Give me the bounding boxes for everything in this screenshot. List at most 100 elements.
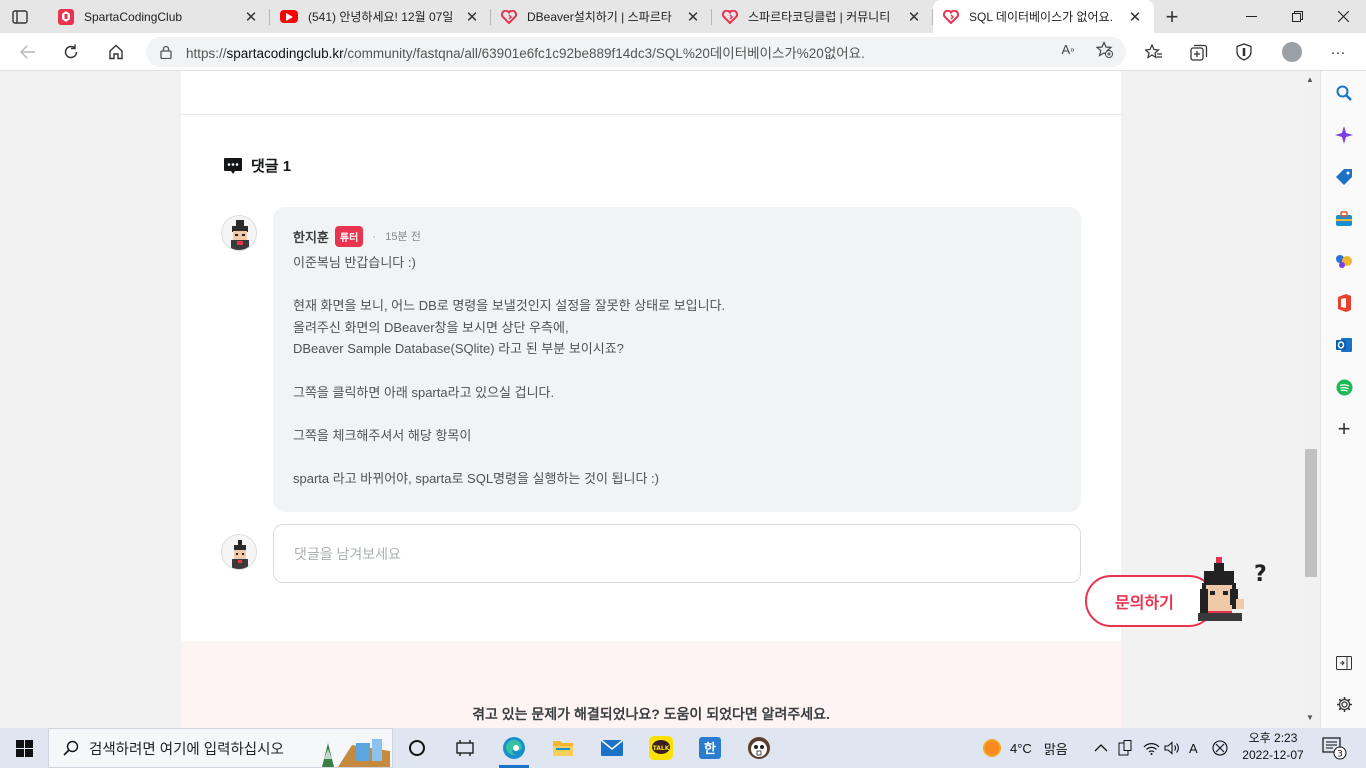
comment-line [293, 274, 1061, 296]
taskbar-clock[interactable]: 오후 2:23 2022-12-07 [1232, 730, 1314, 764]
comment-line: 그쪽을 클릭하면 아래 sparta라고 있으실 겁니다. [293, 384, 555, 400]
show-hidden-icons[interactable] [1094, 728, 1108, 768]
ime-indicator[interactable]: A [1189, 728, 1198, 768]
favorites-icon[interactable] [1141, 39, 1167, 65]
outlook-icon[interactable] [1332, 333, 1356, 357]
search-icon [63, 740, 79, 756]
tab-3[interactable]: DBeaver설치하기 | 스파르타 ✕ [491, 0, 712, 33]
close-window-icon[interactable] [1320, 0, 1366, 33]
comment-bubble: 한지훈 튜터 · 15분 전 이준복님 반갑습니다 :) 현재 화면을 보니, … [273, 207, 1081, 512]
scroll-thumb[interactable] [1305, 449, 1317, 577]
close-tab-icon[interactable]: ✕ [905, 8, 923, 26]
comment-line: 그쪽을 체크해주셔서 해당 항목이 [293, 427, 472, 443]
tab-1[interactable]: SpartaCodingClub ✕ [48, 0, 270, 33]
tab-2[interactable]: (541) 안녕하세요! 12월 07일 ✕ [270, 0, 491, 33]
comment-meta: 한지훈 튜터 · 15분 전 [293, 225, 1061, 247]
hide-sidebar-icon[interactable] [1332, 651, 1356, 675]
comment-author[interactable]: 한지훈 [293, 227, 329, 246]
scroll-up-icon[interactable]: ▲ [1306, 75, 1314, 84]
file-explorer-icon[interactable] [539, 728, 587, 768]
ask-button-label: 문의하기 [1115, 595, 1174, 612]
add-sidebar-app-icon[interactable]: + [1332, 416, 1356, 441]
tab-title: SQL 데이터베이스가 없어요. [969, 10, 1113, 24]
tab-5-active[interactable]: SQL 데이터베이스가 없어요. ✕ [933, 0, 1154, 33]
refresh-icon[interactable] [58, 39, 84, 65]
address-toolbar: https://spartacodingclub.kr/community/fa… [0, 33, 1366, 71]
windows-start-icon[interactable] [0, 728, 48, 768]
office-icon[interactable] [1332, 291, 1356, 315]
shopping-icon[interactable] [1332, 165, 1356, 189]
windows-taskbar: 검색하려면 여기에 입력하십시오 TALK 한 4°C 맑음 A 오후 2:23… [0, 728, 1366, 768]
edge-taskbar-icon[interactable] [490, 728, 538, 768]
lock-icon[interactable] [146, 45, 186, 59]
sparta-logo-icon [58, 8, 74, 25]
meta-separator: · [372, 229, 377, 243]
collections-icon[interactable] [1186, 39, 1212, 65]
settings-gear-icon[interactable] [1332, 692, 1356, 716]
discover-icon[interactable] [1332, 123, 1356, 147]
weather-widget[interactable]: 4°C 맑음 [982, 728, 1068, 768]
clock-time: 오후 2:23 [1248, 731, 1298, 745]
comment-line: 올려주신 화면의 DBeaver창을 보시면 상단 우측에, [293, 319, 569, 335]
scroll-down-icon[interactable]: ▼ [1306, 713, 1314, 722]
sparta-heart-icon [943, 9, 959, 25]
ime-disabled-icon[interactable] [1212, 728, 1228, 768]
profile-icon[interactable] [1279, 39, 1305, 65]
mail-icon[interactable] [588, 728, 636, 768]
comment-icon [224, 157, 242, 174]
tab-4[interactable]: 스파르타코딩클럽 | 커뮤니티 ✕ [712, 0, 933, 33]
spotify-icon[interactable] [1332, 375, 1356, 399]
more-menu-icon[interactable]: ··· [1325, 39, 1351, 65]
close-tab-icon[interactable]: ✕ [463, 8, 481, 26]
page-scrollbar[interactable]: ▲ ▼ [1302, 71, 1320, 728]
new-tab-icon[interactable]: + [1160, 4, 1184, 29]
comment-time: 15분 전 [385, 231, 421, 243]
back-icon[interactable] [15, 39, 41, 65]
close-tab-icon[interactable]: ✕ [242, 8, 260, 26]
kakao-label: TALK [653, 745, 670, 752]
taskbar-search-box[interactable]: 검색하려면 여기에 입력하십시오 [48, 728, 393, 768]
comments-header: 댓글 1 [223, 155, 291, 176]
device-icon[interactable] [1118, 728, 1132, 768]
sparta-heart-icon [722, 9, 738, 25]
network-icon[interactable] [1143, 728, 1160, 768]
url-field[interactable]: https://spartacodingclub.kr/community/fa… [146, 37, 1126, 67]
feedback-prompt: 겪고 있는 문제가 해결되었나요? 도움이 되었다면 알려주세요. [472, 706, 830, 722]
tutor-badge: 튜터 [334, 225, 364, 247]
search-icon[interactable] [1332, 81, 1356, 105]
comment-line: 현재 화면을 보니, 어느 DB로 명령을 보낼것인지 설정을 잘못한 상태로 … [293, 298, 726, 314]
notification-center-icon[interactable]: 3 [1322, 728, 1348, 768]
tutor-avatar[interactable] [221, 215, 257, 251]
url-text: https://spartacodingclub.kr/community/fa… [186, 46, 865, 61]
tab-title: SpartaCodingClub [84, 9, 183, 24]
feedback-section: 겪고 있는 문제가 해결되었나요? 도움이 되었다면 알려주세요. [181, 641, 1121, 728]
browser-essentials-icon[interactable] [1231, 39, 1257, 65]
restore-icon[interactable] [1274, 0, 1320, 33]
hangul-word-icon[interactable]: 한 [686, 728, 734, 768]
home-icon[interactable] [103, 39, 129, 65]
search-highlight-icon [322, 739, 390, 767]
weather-temp: 4°C [1010, 740, 1032, 756]
volume-icon[interactable] [1164, 728, 1181, 768]
kakaotalk-icon[interactable]: TALK [637, 728, 685, 768]
close-tab-icon[interactable]: ✕ [1126, 8, 1144, 26]
dbeaver-icon[interactable] [735, 728, 783, 768]
minimize-icon[interactable] [1228, 0, 1274, 33]
close-tab-icon[interactable]: ✕ [684, 8, 702, 26]
tab-title: DBeaver설치하기 | 스파르타 [527, 10, 672, 24]
comment-input[interactable]: 댓글을 남겨보세요 [273, 524, 1081, 583]
widgets-icon[interactable] [441, 728, 489, 768]
task-view-icon[interactable] [393, 728, 441, 768]
games-icon[interactable] [1332, 249, 1356, 273]
tab-actions-icon[interactable] [10, 7, 30, 27]
mascot-icon[interactable]: ? [1190, 555, 1270, 630]
read-aloud-icon[interactable]: A» [1058, 39, 1078, 59]
add-favorite-icon[interactable] [1094, 39, 1114, 59]
tools-icon[interactable] [1332, 207, 1356, 231]
clock-date: 2022-12-07 [1242, 748, 1304, 762]
comment-body: 이준복님 반갑습니다 :) 현재 화면을 보니, 어느 DB로 명령을 보낼것인… [293, 252, 1061, 490]
comment-line: DBeaver Sample Database(SQlite) 라고 된 부분 … [293, 341, 624, 357]
comment-line [293, 446, 1061, 468]
divider [181, 114, 1121, 115]
taskbar-search-placeholder: 검색하려면 여기에 입력하십시오 [89, 741, 284, 758]
